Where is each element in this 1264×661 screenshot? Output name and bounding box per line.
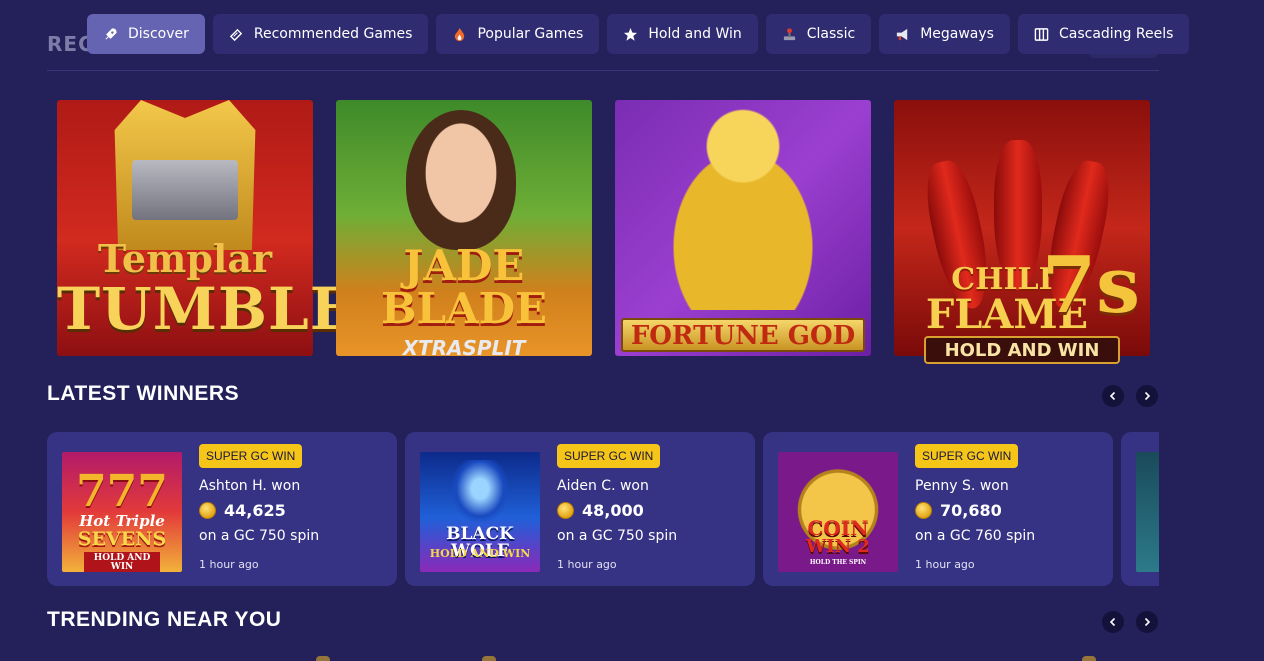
- carousel-controls: [1102, 385, 1158, 407]
- game-tile-jade-blade[interactable]: JADE BLADE XTRASPLIT: [336, 80, 592, 360]
- warrior-portrait: [406, 110, 516, 250]
- coin-icon: [915, 502, 932, 519]
- tab-popular-games[interactable]: Popular Games: [436, 14, 600, 54]
- winners-carousel[interactable]: 777 Hot Triple SEVENS HOLD AND WIN SUPER…: [47, 432, 1159, 586]
- tab-label: Cascading Reels: [1058, 26, 1174, 42]
- thumb-title: SEVENS: [77, 528, 167, 550]
- spin-info: on a GC 760 spin: [915, 528, 1036, 544]
- winner-name: Penny S. won: [915, 478, 1009, 494]
- game-title-sevens: 7s: [1041, 240, 1140, 331]
- megaphone-icon: [897, 28, 908, 40]
- winner-name: Ashton H. won: [199, 478, 301, 494]
- game-art: JADE BLADE XTRASPLIT: [336, 100, 592, 360]
- game-banner: HOLD AND WIN: [924, 336, 1120, 364]
- spin-info: on a GC 750 spin: [199, 528, 320, 544]
- timestamp: 1 hour ago: [557, 558, 617, 571]
- next-button[interactable]: [1136, 611, 1158, 633]
- visor-shape: [132, 160, 238, 220]
- chevron-right-icon: [1144, 391, 1151, 401]
- tab-label: Recommended Games: [253, 26, 413, 42]
- winner-card[interactable]: COIN WIN 2 HOLD THE SPIN SUPER GC WIN Pe…: [763, 432, 1113, 586]
- game-art: Templar TUMBLE: [57, 100, 355, 356]
- tile-edge: [482, 656, 496, 661]
- spin-info: on a GC 750 spin: [557, 528, 678, 544]
- tab-discover[interactable]: Discover: [87, 14, 205, 54]
- section-heading-latest-winners: LATEST WINNERS: [47, 382, 240, 405]
- game-title: JADE: [403, 241, 525, 290]
- tab-label: Popular Games: [477, 26, 584, 42]
- win-badge: SUPER GC WIN: [199, 444, 303, 468]
- game-thumbnail[interactable]: [1136, 452, 1159, 572]
- winner-card[interactable]: BLACK WOLF HOLD AND WIN SUPER GC WIN Aid…: [405, 432, 755, 586]
- winner-card[interactable]: [1121, 432, 1159, 586]
- buddha-figure: [635, 100, 851, 310]
- win-amount: 70,680: [915, 501, 1002, 520]
- game-thumbnail[interactable]: 777 Hot Triple SEVENS HOLD AND WIN: [62, 452, 182, 572]
- thumb-banner: HOLD AND WIN: [84, 552, 160, 572]
- category-nav: Discover Recommended Games Popular Games…: [87, 14, 1190, 54]
- game-subtitle: XTRASPLIT: [402, 336, 526, 360]
- divider: [47, 70, 1159, 71]
- amount-value: 70,680: [940, 501, 1002, 520]
- next-button[interactable]: [1136, 385, 1158, 407]
- coin-icon: [199, 502, 216, 519]
- chevron-right-icon: [1144, 617, 1151, 627]
- tab-label: Hold and Win: [648, 26, 742, 42]
- timestamp: 1 hour ago: [199, 558, 259, 571]
- rocket-icon: [105, 27, 117, 40]
- prev-button[interactable]: [1102, 611, 1124, 633]
- tab-hold-and-win[interactable]: Hold and Win: [607, 14, 758, 54]
- prev-button[interactable]: [1102, 385, 1124, 407]
- tab-label: Classic: [806, 26, 856, 42]
- winner-name: Aiden C. won: [557, 478, 649, 494]
- trending-row-peek: [0, 652, 1264, 661]
- chevron-left-icon: [1109, 391, 1116, 401]
- coin-icon: [557, 502, 574, 519]
- tab-label: Megaways: [920, 26, 994, 42]
- games-row: Templar TUMBLE JADE BLADE XTRASPLIT FORT…: [57, 80, 1150, 364]
- game-thumbnail[interactable]: COIN WIN 2 HOLD THE SPIN: [778, 452, 898, 572]
- tab-classic[interactable]: Classic: [765, 14, 872, 54]
- section-heading-trending: TRENDING NEAR YOU: [47, 608, 282, 631]
- tab-recommended-games[interactable]: Recommended Games: [212, 14, 429, 54]
- game-title: Templar: [98, 236, 272, 281]
- tab-label: Discover: [128, 26, 189, 42]
- thumb-banner: HOLD AND WIN: [429, 547, 531, 560]
- flame-icon: [455, 27, 465, 41]
- game-tile-templar-tumble[interactable]: Templar TUMBLE: [57, 80, 355, 356]
- game-title: FORTUNE GOD: [630, 321, 856, 351]
- amount-value: 44,625: [224, 501, 286, 520]
- chevron-left-icon: [1109, 617, 1116, 627]
- game-art: FORTUNE GOD: [615, 100, 871, 356]
- amount-value: 48,000: [582, 501, 644, 520]
- win-badge: SUPER GC WIN: [915, 444, 1019, 468]
- thumb-title: Hot Triple: [79, 512, 165, 530]
- tile-edge: [316, 656, 330, 661]
- game-title: BLADE: [380, 284, 548, 333]
- columns-icon: [1034, 27, 1049, 41]
- joystick-icon: [783, 27, 795, 40]
- tab-megaways[interactable]: Megaways: [879, 14, 1010, 54]
- ticket-icon: [229, 28, 243, 41]
- game-thumbnail[interactable]: BLACK WOLF HOLD AND WIN: [420, 452, 540, 572]
- thumb-title: COIN: [807, 516, 869, 540]
- tile-edge: [1082, 656, 1096, 661]
- tab-cascading-reels[interactable]: Cascading Reels: [1017, 14, 1190, 54]
- carousel-controls: [1102, 611, 1158, 633]
- wolf-head-icon: [450, 460, 510, 524]
- winner-card[interactable]: 777 Hot Triple SEVENS HOLD AND WIN SUPER…: [47, 432, 397, 586]
- timestamp: 1 hour ago: [915, 558, 975, 571]
- game-tile-chili-flame[interactable]: CHILI FLAME 7s HOLD AND WIN: [894, 80, 1150, 364]
- thumb-sevens-glyph: 777: [76, 466, 168, 517]
- thumb-title: WIN 2: [806, 536, 870, 557]
- win-amount: 48,000: [557, 501, 644, 520]
- star-icon: [624, 27, 638, 41]
- thumb-banner: HOLD THE SPIN: [809, 559, 867, 566]
- game-art: CHILI FLAME 7s HOLD AND WIN: [894, 100, 1150, 364]
- game-title: TUMBLE: [57, 275, 355, 343]
- win-badge: SUPER GC WIN: [557, 444, 661, 468]
- win-amount: 44,625: [199, 501, 286, 520]
- game-tile-fortune-god[interactable]: FORTUNE GOD: [615, 80, 871, 356]
